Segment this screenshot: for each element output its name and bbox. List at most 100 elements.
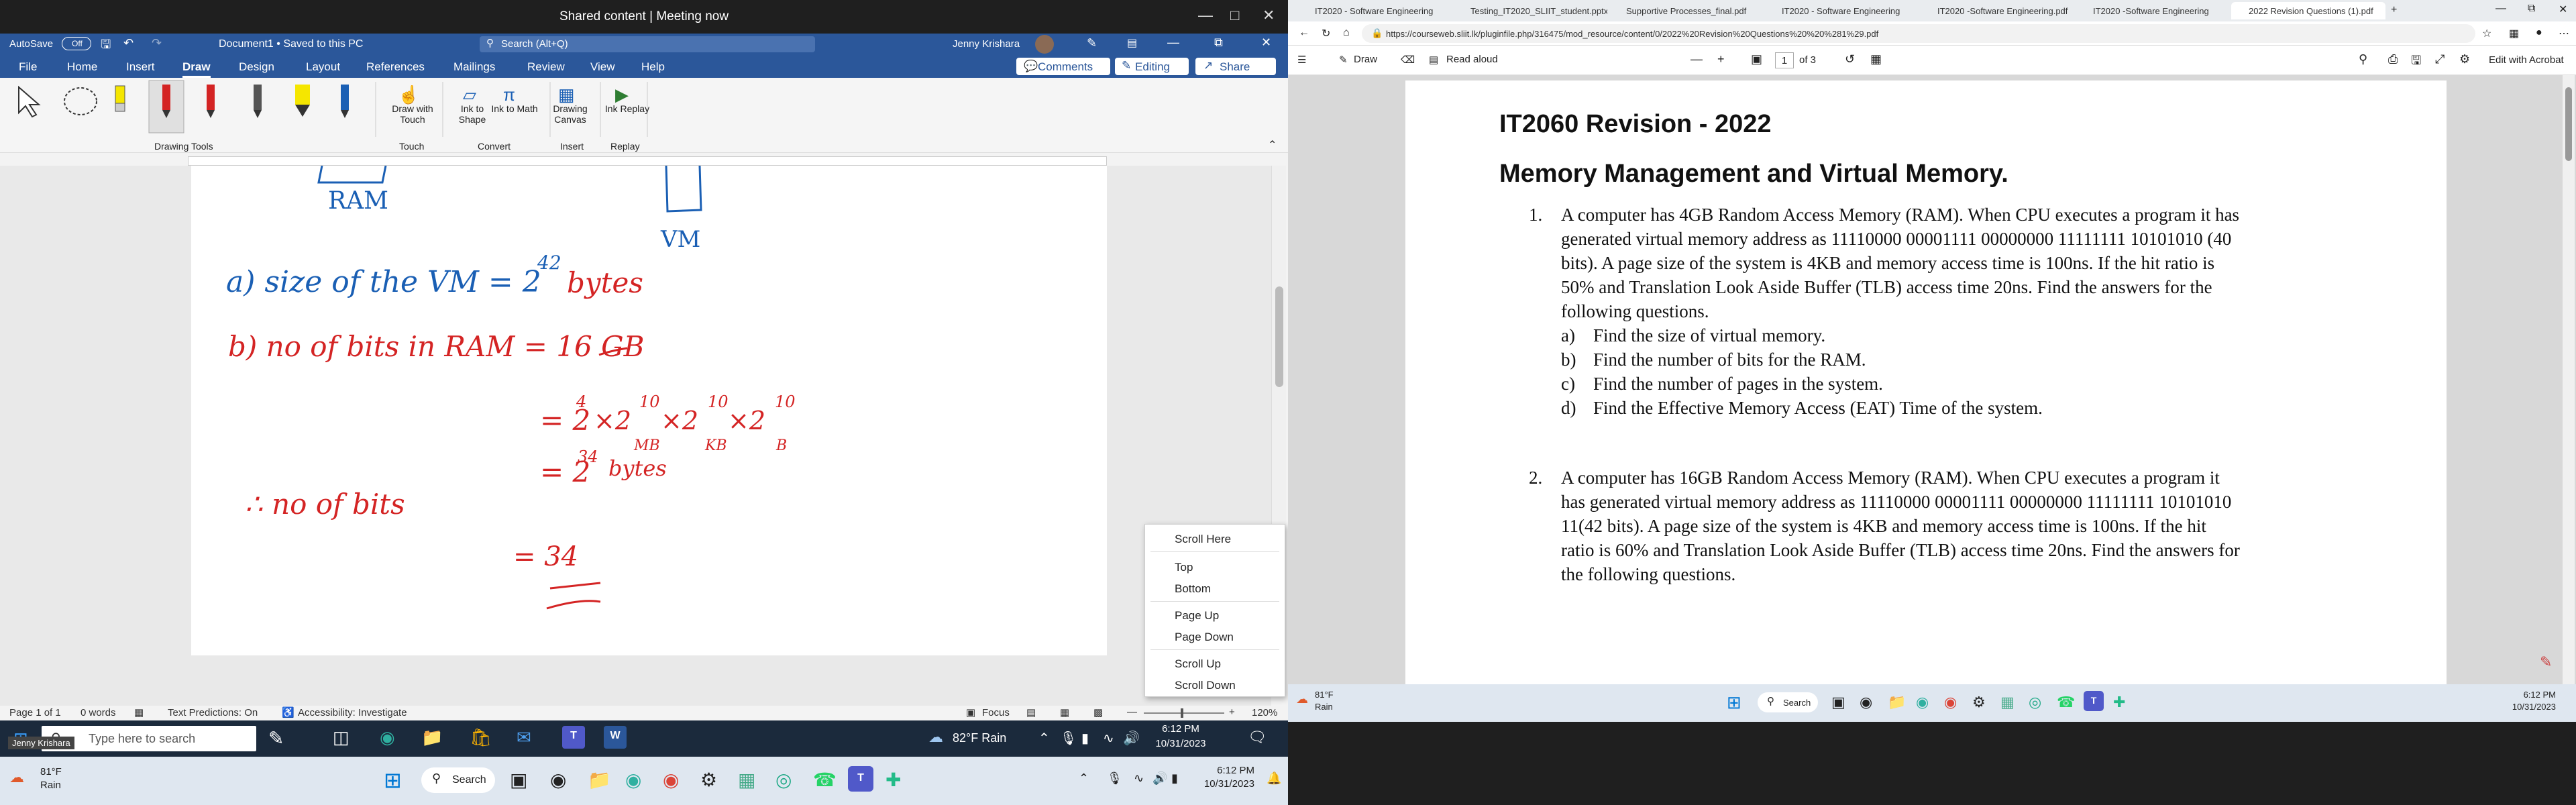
status-accessibility[interactable]: Accessibility: Investigate xyxy=(298,707,407,718)
ink-to-shape-button[interactable]: Ink to Shape xyxy=(449,103,496,125)
browser-tab[interactable]: IT2020 - Software Engineering xyxy=(1764,2,1919,19)
document-page[interactable]: RAM VM a) size of the VM = 2 42 bytes b)… xyxy=(191,166,1107,655)
chrome-icon[interactable]: ◉ xyxy=(1944,694,1957,711)
tab-mailings[interactable]: Mailings xyxy=(453,60,495,74)
collapse-ribbon-icon[interactable]: ⌃ xyxy=(1268,138,1277,152)
pen-workspace-icon[interactable]: ✎ xyxy=(268,727,284,749)
app-icon-1[interactable]: ▣ xyxy=(510,769,527,791)
word-icon[interactable]: W xyxy=(604,726,627,749)
notification-icon[interactable]: 🗨 xyxy=(1248,729,1267,746)
status-text-predictions[interactable]: Text Predictions: On xyxy=(168,707,258,718)
horizontal-ruler[interactable] xyxy=(188,156,1107,166)
edge-icon[interactable]: ◉ xyxy=(380,727,395,748)
chrome-icon[interactable]: ◉ xyxy=(663,769,679,791)
back-icon[interactable]: ← xyxy=(1299,27,1309,39)
zoom-out-icon[interactable]: — xyxy=(1127,706,1137,718)
profile-icon[interactable]: ● xyxy=(2536,27,2542,39)
tray-chevron-icon[interactable]: ⌃ xyxy=(1079,771,1089,786)
tray-chevron-icon[interactable]: ⌃ xyxy=(1038,730,1050,747)
status-zoom[interactable]: 120% xyxy=(1252,707,1277,718)
weather-temp[interactable]: 81°F xyxy=(1315,690,1334,700)
battery-icon[interactable]: ▮ xyxy=(1081,730,1089,747)
fit-page-icon[interactable]: ▣ xyxy=(1751,52,1762,66)
minimize-icon[interactable]: — xyxy=(1198,7,1213,24)
status-words[interactable]: 0 words xyxy=(80,707,116,718)
close-icon[interactable]: ✕ xyxy=(1261,36,1271,50)
menu-scroll-up[interactable]: Scroll Up xyxy=(1175,657,1221,671)
status-page[interactable]: Page 1 of 1 xyxy=(9,707,61,718)
tab-draw[interactable]: Draw xyxy=(182,60,211,78)
tab-view[interactable]: View xyxy=(590,60,615,74)
taskbar-date[interactable]: 10/31/2023 xyxy=(1147,738,1214,749)
print-icon[interactable]: ⎙ xyxy=(2388,52,2398,66)
mail-icon[interactable]: ✉ xyxy=(517,727,531,748)
app-icon-5[interactable]: ◎ xyxy=(2029,694,2041,711)
app-icon-6[interactable]: ✚ xyxy=(2113,694,2125,711)
app-icon-2[interactable]: ◉ xyxy=(1860,694,1872,711)
browser-tab-active[interactable]: 2022 Revision Questions (1).pdf xyxy=(2231,2,2385,19)
app-icon-5[interactable]: ◎ xyxy=(775,769,792,791)
teams-icon[interactable]: T xyxy=(848,766,873,792)
save-icon[interactable]: 🖫 xyxy=(2411,52,2421,72)
menu-page-up[interactable]: Page Up xyxy=(1175,609,1219,623)
restore-icon[interactable]: ⧉ xyxy=(1214,36,1223,50)
teams-icon[interactable]: T xyxy=(562,726,585,749)
feedback-icon[interactable]: ✎ xyxy=(2540,653,2552,671)
teams-icon[interactable]: T xyxy=(2084,691,2104,711)
tab-help[interactable]: Help xyxy=(641,60,665,74)
erase-icon[interactable]: ⌫ xyxy=(1401,54,1415,66)
taskbar-time[interactable]: 6:12 PM xyxy=(2509,690,2556,700)
proofing-icon[interactable]: ▦ xyxy=(134,706,144,718)
read-mode-icon[interactable]: ▤ xyxy=(1026,706,1036,718)
close-icon[interactable]: ✕ xyxy=(1263,7,1275,24)
menu-scroll-here[interactable]: Scroll Here xyxy=(1175,533,1231,546)
browser-tab[interactable]: Supportive Processes_final.pdf xyxy=(1609,2,1763,19)
volume-icon[interactable]: 🔊 xyxy=(1123,730,1140,747)
draw-pen-icon[interactable]: ✎ xyxy=(1339,54,1348,66)
file-explorer-icon[interactable]: 📁 xyxy=(588,769,611,791)
restore-icon[interactable]: ⧉ xyxy=(2528,3,2535,15)
drawing-canvas-button[interactable]: Drawing Canvas xyxy=(547,103,594,125)
battery-icon[interactable]: ▮ xyxy=(1171,771,1178,786)
tab-insert[interactable]: Insert xyxy=(126,60,155,74)
windows-start-icon[interactable]: ⊞ xyxy=(384,767,402,793)
menu-scroll-down[interactable]: Scroll Down xyxy=(1175,679,1236,692)
whatsapp-icon[interactable]: ☎ xyxy=(2057,694,2075,711)
zoom-slider[interactable] xyxy=(1144,712,1224,714)
menu-bottom[interactable]: Bottom xyxy=(1175,582,1211,596)
search-input[interactable]: Search (Alt+Q) xyxy=(480,36,815,52)
volume-icon[interactable]: 🔊 xyxy=(1152,771,1167,786)
print-layout-icon[interactable]: ▦ xyxy=(1060,706,1069,718)
browser-tab[interactable]: IT2020 -Software Engineering.pdf xyxy=(1920,2,2074,19)
scrollbar-thumb[interactable] xyxy=(1275,286,1283,387)
page-number-input[interactable]: 1 xyxy=(1775,52,1794,68)
maximize-icon[interactable]: □ xyxy=(1230,7,1239,24)
windows-start-icon[interactable]: ⊞ xyxy=(1727,692,1741,713)
minimize-icon[interactable]: — xyxy=(2496,3,2506,15)
menu-top[interactable]: Top xyxy=(1175,561,1193,574)
pdf-scrollbar[interactable] xyxy=(2563,75,2575,684)
rotate-icon[interactable]: ↺ xyxy=(1845,52,1855,66)
tab-file[interactable]: File xyxy=(19,60,37,74)
autosave-toggle[interactable]: Off xyxy=(62,37,91,50)
search-icon[interactable]: ⚲ xyxy=(2359,52,2367,66)
app-icon-3[interactable]: ⚙ xyxy=(700,769,717,791)
taskbar-date[interactable]: 10/31/2023 xyxy=(1187,778,1254,790)
home-icon[interactable]: ⌂ xyxy=(1343,27,1350,39)
contents-icon[interactable]: ☰ xyxy=(1297,54,1306,66)
status-focus[interactable]: Focus xyxy=(982,707,1010,718)
read-aloud-icon[interactable]: ▤ xyxy=(1429,54,1438,66)
web-layout-icon[interactable]: ▩ xyxy=(1093,706,1103,718)
taskbar-time[interactable]: 6:12 PM xyxy=(1201,765,1254,776)
pdf-scrollbar-thumb[interactable] xyxy=(2565,87,2572,161)
tab-design[interactable]: Design xyxy=(239,60,274,74)
taskbar-weather[interactable]: 82°F Rain xyxy=(953,731,1006,745)
app-icon-4[interactable]: ▦ xyxy=(2000,694,2015,711)
edit-acrobat-button[interactable]: Edit with Acrobat xyxy=(2489,54,2564,66)
url-input[interactable]: https://courseweb.sliit.lk/pluginfile.ph… xyxy=(1362,24,2475,43)
zoom-in-icon[interactable]: + xyxy=(1229,706,1235,718)
refresh-icon[interactable]: ↻ xyxy=(1322,27,1330,40)
wifi-icon[interactable]: ∿ xyxy=(1134,771,1144,786)
app-icon-4[interactable]: ▦ xyxy=(738,769,755,791)
zoom-slider-thumb[interactable] xyxy=(1181,708,1183,718)
